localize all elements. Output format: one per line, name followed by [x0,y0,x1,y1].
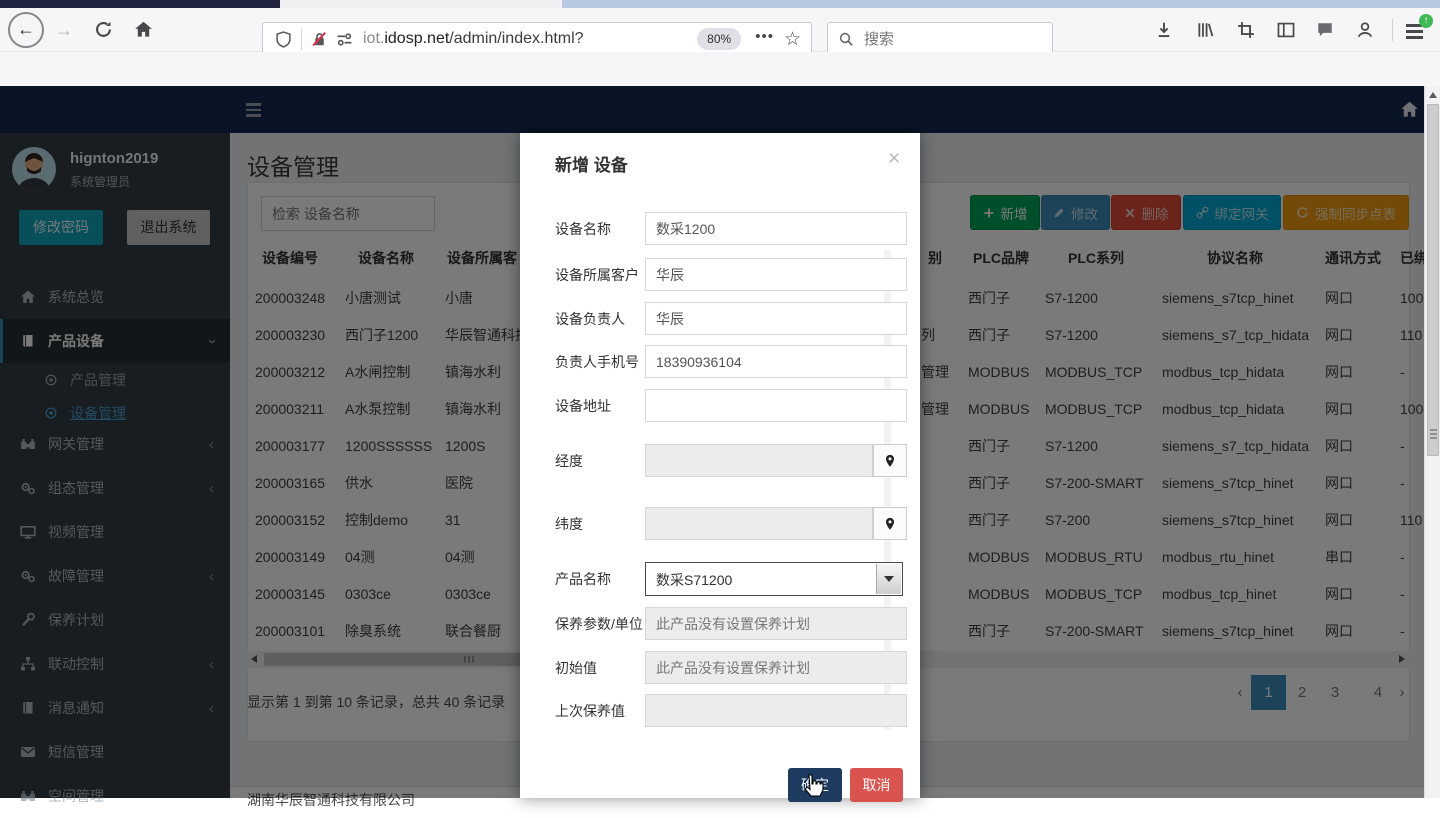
field-label: 负责人手机号 [555,352,639,372]
owner-phone-input[interactable] [645,345,907,378]
vscroll-thumb[interactable] [1427,104,1439,456]
latitude-input [645,507,873,540]
browser-vscrollbar[interactable] [1424,86,1440,798]
modal-title: 新增 设备 [555,151,628,176]
device-address-input[interactable] [645,389,907,422]
chat-icon[interactable] [1316,21,1334,39]
cancel-button[interactable]: 取消 [850,768,903,802]
field-label: 上次保养值 [555,701,625,721]
field-label: 设备负责人 [555,309,625,329]
toolbar-divider [1392,19,1393,41]
field-label: 保养参数/单位 [555,614,643,634]
add-device-modal: 新增 设备 × 设备名称 设备所属客户 设备负责人 负责人手机号 设备地址 经度… [520,133,920,798]
screenshot-icon[interactable] [1237,21,1255,39]
zoom-level-badge[interactable]: 80% [697,28,741,50]
last-maintenance-input [645,694,907,727]
maintenance-param-input [645,607,907,640]
permissions-icon[interactable] [336,31,353,48]
field-label: 产品名称 [555,569,611,589]
longitude-map-pin-button[interactable] [873,444,907,477]
home-button[interactable] [134,20,153,39]
browser-toolbar: ← → iot.idosp.net/admin/index.html? 80% … [0,8,1440,52]
urlbar-divider [301,28,302,50]
page-actions-icon[interactable]: ••• [755,28,774,45]
update-badge-icon: ↑ [1419,14,1433,28]
field-label: 设备名称 [555,219,611,239]
field-label: 经度 [555,451,583,471]
downloads-icon[interactable] [1155,21,1173,39]
titlebar-sliver [562,0,1440,8]
select-dropdown-button[interactable] [876,564,901,594]
initial-value-input [645,651,907,684]
vscroll-up-arrow[interactable] [1429,92,1437,98]
chevron-down-icon [884,576,894,582]
tabstrip-sliver [280,0,562,8]
browser-search-input[interactable] [862,30,1026,49]
latitude-map-pin-button[interactable] [873,507,907,540]
mouse-cursor-hand [802,774,824,798]
sidebar-toggle-icon[interactable] [1277,21,1295,39]
active-tab-sliver[interactable] [0,0,280,8]
back-button[interactable]: ← [8,12,44,48]
search-icon [838,31,854,47]
browser-search-bar[interactable] [827,22,1053,56]
field-label: 纬度 [555,514,583,534]
url-text: iot.idosp.net/admin/index.html? [363,30,584,48]
library-icon[interactable] [1196,21,1214,39]
map-pin-icon [883,517,897,531]
field-label: 设备地址 [555,396,611,416]
device-customer-input[interactable] [645,258,907,291]
account-icon[interactable] [1356,21,1374,39]
forward-button[interactable]: → [50,12,78,48]
reload-button[interactable] [94,20,113,39]
field-label: 设备所属客户 [555,265,639,285]
field-label: 初始值 [555,658,597,678]
product-name-select[interactable]: 数采S71200 [645,562,903,596]
longitude-input [645,444,873,477]
map-pin-icon [883,454,897,468]
bookmarks-bar: 其他书签 工作 学习 生活 其他 腾讯企业邮箱 - 收件箱 综合管理平台 SPY… [0,52,1440,86]
shield-icon[interactable] [275,31,292,48]
device-owner-input[interactable] [645,302,907,335]
url-bar[interactable]: iot.idosp.net/admin/index.html? 80% ••• … [262,22,812,56]
modal-close-icon[interactable]: × [888,147,900,171]
insecure-lock-icon[interactable] [311,31,328,48]
device-name-input[interactable] [645,212,907,245]
bookmark-star-icon[interactable]: ☆ [784,28,801,51]
